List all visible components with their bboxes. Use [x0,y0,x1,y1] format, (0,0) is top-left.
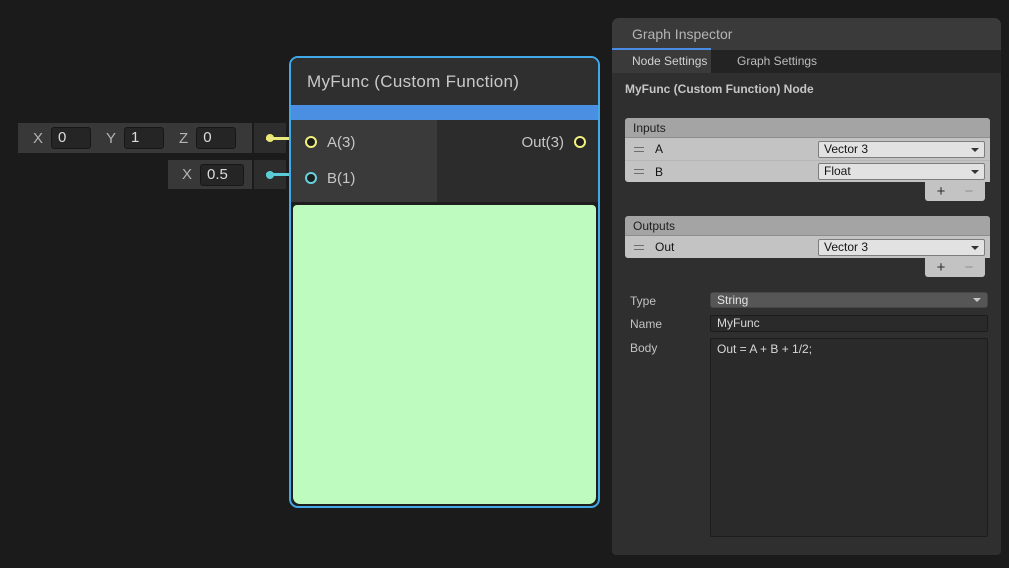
output-port-out-icon[interactable] [574,136,586,148]
outputs-list-header: Outputs [625,216,990,236]
port-a-label: A(3) [327,134,355,151]
dropdown-arrow-icon [971,246,979,250]
axis-z-field[interactable]: 0 [196,127,236,149]
input-port-a-icon[interactable] [305,136,317,148]
output-out-name: Out [655,240,674,254]
float-input-widget: X 0.5 [168,160,252,189]
output-out-type-value: Vector 3 [824,240,868,254]
port-row-b: B(1) [291,160,437,196]
vector3-input-widget: X 0 Y 1 Z 0 [18,123,252,153]
axis-z-label: Z [179,130,188,147]
type-label: Type [630,294,656,308]
name-label: Name [630,317,662,331]
drag-handle-icon[interactable] [634,147,644,152]
node-input-ports: A(3) B(1) [291,120,437,202]
inputs-list-footer: + − [925,182,985,201]
inputs-list: Inputs A Vector 3 B Float [625,118,990,182]
port-b-label: B(1) [327,170,355,187]
node-preview [293,205,596,504]
drag-handle-icon[interactable] [634,169,644,174]
tab-node-settings[interactable]: Node Settings [612,50,711,73]
dropdown-arrow-icon [971,170,979,174]
input-a-type-dropdown[interactable]: Vector 3 [818,141,985,158]
axis-y-label: Y [106,130,116,147]
drag-handle-icon[interactable] [634,245,644,250]
axis-x-label: X [33,130,43,147]
port-row-out: Out(3) [437,124,598,160]
graph-inspector-panel: Graph Inspector Node Settings Graph Sett… [612,18,1001,555]
tab-graph-settings[interactable]: Graph Settings [711,50,817,73]
name-field[interactable]: MyFunc [710,315,988,332]
output-out-type-dropdown[interactable]: Vector 3 [818,239,985,256]
active-tab-underline [612,48,711,50]
inputs-add-button[interactable]: + [930,184,952,199]
axis-x-field[interactable]: 0 [51,127,91,149]
inspector-tabrow: Node Settings Graph Settings [612,50,1001,73]
axis-y-field[interactable]: 1 [124,127,164,149]
dropdown-arrow-icon [973,298,981,302]
input-b-name: B [655,165,663,179]
type-dropdown[interactable]: String [710,292,988,308]
outputs-list-footer: + − [925,258,985,277]
custom-function-node[interactable]: MyFunc (Custom Function) A(3) B(1) Out(3… [289,56,600,508]
node-ports: A(3) B(1) Out(3) [291,120,598,202]
dropdown-arrow-icon [971,148,979,152]
node-settings-heading: MyFunc (Custom Function) Node [625,82,814,96]
inspector-titlebar[interactable]: Graph Inspector [612,18,1001,50]
outputs-list: Outputs Out Vector 3 [625,216,990,258]
input-b-type-dropdown[interactable]: Float [818,163,985,180]
inputs-row-b[interactable]: B Float [625,160,990,182]
outputs-remove-button[interactable]: − [958,260,980,275]
type-value: String [717,293,748,307]
node-accent-bar [291,105,598,120]
body-label: Body [630,341,657,355]
outputs-add-button[interactable]: + [930,260,952,275]
input-b-type-value: Float [824,164,851,178]
port-row-a: A(3) [291,124,437,160]
body-field[interactable]: Out = A + B + 1/2; [710,338,988,537]
input-a-name: A [655,142,663,156]
node-title: MyFunc (Custom Function) [291,58,598,105]
float-x-label: X [182,166,192,183]
input-a-type-value: Vector 3 [824,142,868,156]
inputs-list-header: Inputs [625,118,990,138]
outputs-row-out[interactable]: Out Vector 3 [625,236,990,258]
input-port-b-icon[interactable] [305,172,317,184]
float-x-field[interactable]: 0.5 [200,164,244,186]
port-out-label: Out(3) [521,134,564,151]
inputs-row-a[interactable]: A Vector 3 [625,138,990,160]
node-output-ports: Out(3) [437,120,598,202]
inputs-remove-button[interactable]: − [958,184,980,199]
